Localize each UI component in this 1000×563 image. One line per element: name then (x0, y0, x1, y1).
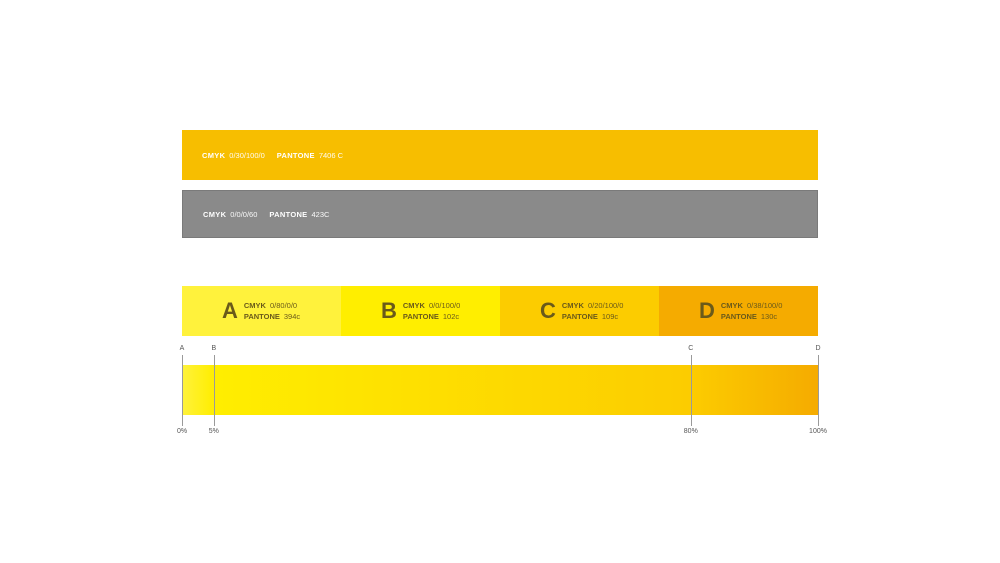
swatch-d: D CMYK 0/38/100/0 PANTONE 130c (659, 286, 818, 336)
stop-percent-d: 100% (809, 428, 827, 435)
swatch-c: C CMYK 0/20/100/0 PANTONE 109c (500, 286, 659, 336)
swatch-pantone-label: PANTONE (720, 312, 757, 321)
primary-cmyk-label: CMYK (202, 150, 226, 160)
stop-percent-c: 80% (683, 428, 698, 435)
swatch-cmyk-value: 0/38/100/0 (746, 301, 783, 310)
secondary-cmyk-label: CMYK (203, 209, 227, 219)
primary-color-bar: CMYK 0/30/100/0 PANTONE 7406 C (182, 130, 818, 180)
swatch-pantone-value: 102c (442, 312, 460, 321)
swatch-cmyk-label: CMYK (402, 301, 425, 310)
swatch-letter: C (540, 298, 556, 323)
secondary-pantone-label: PANTONE (269, 209, 308, 219)
secondary-cmyk-value: 0/0/0/60 (230, 209, 258, 219)
swatch-pantone-label: PANTONE (402, 312, 439, 321)
stop-letter-c: C (688, 345, 694, 352)
gradient-bar (182, 365, 818, 415)
swatch-pantone-label: PANTONE (243, 312, 280, 321)
swatch-cmyk-value: 0/20/100/0 (587, 301, 624, 310)
swatch-pantone-value: 130c (760, 312, 778, 321)
swatch-letter: A (222, 298, 238, 323)
swatch-row: A CMYK 0/80/0/0 PANTONE 394c B CMYK 0/0/100… (182, 286, 818, 336)
primary-cmyk-value: 0/30/100/0 (229, 150, 265, 160)
primary-pantone-value: 7406 C (318, 150, 344, 160)
stop-percent-b: 5% (208, 428, 219, 435)
swatch-cmyk-value: 0/80/0/0 (269, 301, 298, 310)
secondary-pantone-value: 423C (311, 209, 330, 219)
swatch-cmyk-value: 0/0/100/0 (428, 301, 461, 310)
stop-letter-a: A (179, 345, 185, 352)
swatch-cmyk-label: CMYK (561, 301, 584, 310)
primary-pantone-label: PANTONE (276, 150, 315, 160)
swatch-cmyk-label: CMYK (720, 301, 743, 310)
gradient-stop-markers: A B C D 0% 5% 80% 100% (0, 0, 1000, 563)
swatch-pantone-label: PANTONE (561, 312, 598, 321)
stop-line-d (818, 355, 819, 426)
swatch-b: B CMYK 0/0/100/0 PANTONE 102c (341, 286, 500, 336)
swatch-a: A CMYK 0/80/0/0 PANTONE 394c (182, 286, 341, 336)
stop-letter-d: D (815, 345, 821, 352)
stop-letter-b: B (211, 345, 217, 352)
swatch-pantone-value: 394c (283, 312, 301, 321)
swatch-letter: D (699, 298, 715, 323)
swatch-pantone-value: 109c (601, 312, 619, 321)
swatch-cmyk-label: CMYK (243, 301, 266, 310)
stop-percent-a: 0% (176, 428, 188, 435)
swatch-letter: B (381, 298, 397, 323)
secondary-color-bar: CMYK 0/0/0/60 PANTONE 423C (182, 190, 818, 238)
